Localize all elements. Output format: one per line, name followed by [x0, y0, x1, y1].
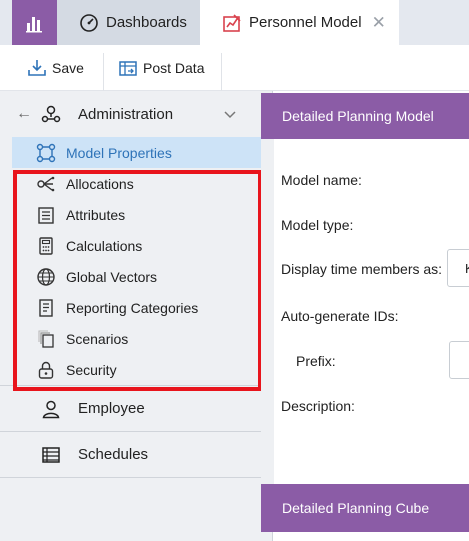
dashboard-gauge-icon	[79, 13, 99, 33]
toolbar-divider	[103, 53, 104, 91]
close-icon[interactable]: ✕	[372, 13, 386, 33]
tab-dashboards[interactable]: Dashboards	[57, 0, 200, 45]
model-properties-icon	[36, 143, 56, 163]
post-data-label: Post Data	[143, 60, 205, 76]
bar-chart-icon	[25, 16, 42, 32]
sidebar-item-model-properties[interactable]: Model Properties	[12, 137, 261, 168]
post-data-button[interactable]: Post Data	[117, 45, 204, 91]
display-time-label: Display time members as:	[281, 261, 443, 277]
post-data-icon	[117, 57, 139, 79]
administration-label: Administration	[78, 105, 174, 123]
schedules-label: Schedules	[78, 446, 149, 463]
auto-ids-label: Auto-generate IDs:	[281, 308, 399, 324]
sidebar-item-schedules[interactable]: Schedules	[0, 431, 272, 477]
sidebar-item-employee[interactable]: Employee	[0, 385, 272, 431]
tab-bar: Dashboards Personnel Model ✕	[0, 0, 469, 45]
toolbar-divider	[221, 53, 222, 91]
model-name-label: Model name:	[281, 172, 362, 188]
description-label: Description:	[281, 398, 355, 414]
display-time-value: K	[465, 261, 469, 276]
save-label: Save	[52, 60, 84, 76]
section-title: Detailed Planning Model	[282, 108, 434, 124]
display-time-select[interactable]: K	[447, 249, 469, 287]
employee-label: Employee	[78, 400, 145, 417]
sidebar-footer	[0, 477, 272, 541]
schedule-table-icon	[41, 445, 61, 465]
chevron-down-icon[interactable]	[222, 106, 238, 122]
prefix-label: Prefix:	[296, 353, 336, 369]
back-arrow-icon[interactable]: ←	[16, 105, 32, 123]
sidebar-item-label: Model Properties	[66, 144, 172, 161]
tab-personnel-model-label: Personnel Model	[249, 14, 362, 31]
prefix-input[interactable]	[449, 341, 469, 379]
app-menu-button[interactable]	[12, 0, 57, 45]
model-icon	[222, 13, 242, 33]
section-title: Detailed Planning Cube	[282, 500, 430, 516]
main-panel: Detailed Planning Model Model name: Mode…	[261, 91, 469, 541]
highlight-annotation	[13, 170, 262, 391]
administration-header[interactable]: ← Administration	[0, 91, 272, 137]
tab-personnel-model[interactable]: Personnel Model ✕	[200, 0, 399, 45]
toolbar: Save Post Data	[0, 45, 469, 91]
model-type-label: Model type:	[281, 217, 354, 233]
download-save-icon	[26, 57, 48, 79]
tab-dashboards-label: Dashboards	[106, 14, 187, 31]
save-button[interactable]: Save	[26, 45, 84, 91]
panel-gutter	[261, 139, 274, 484]
admin-network-icon	[41, 104, 61, 124]
section-header-model: Detailed Planning Model	[261, 93, 469, 139]
person-icon	[41, 399, 61, 419]
section-header-cube: Detailed Planning Cube	[261, 484, 469, 532]
